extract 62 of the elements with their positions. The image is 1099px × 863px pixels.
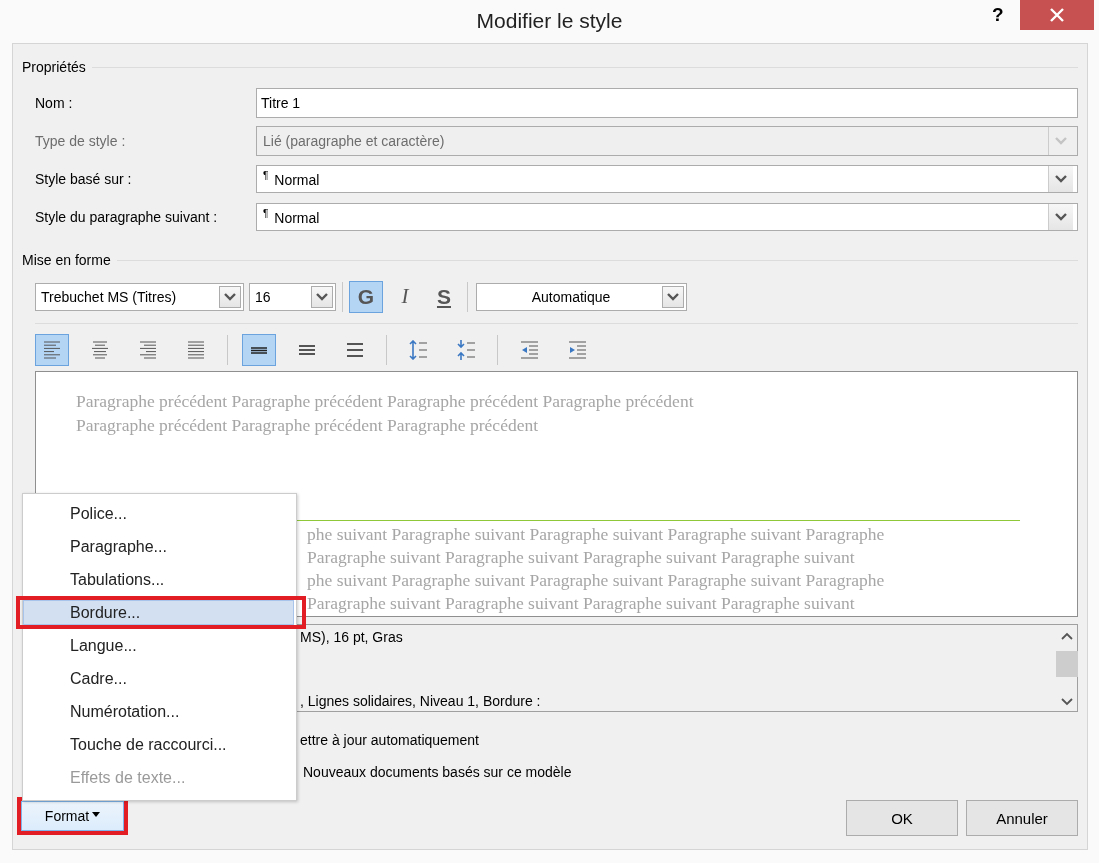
menu-item[interactable]: Touche de raccourci...	[23, 732, 294, 757]
preview-text: Paragraphe suivant Paragraphe suivant Paragraphe suivant Paragraphe suivant	[307, 546, 855, 569]
menu-item[interactable]: Tabulations...	[23, 567, 294, 592]
color-dropdown[interactable]: Automatique	[476, 282, 687, 311]
style-dropdown[interactable]: $^{¶}$ Normal	[256, 203, 1078, 231]
menu-item[interactable]: Bordure...	[23, 600, 294, 625]
italic-button[interactable]: I	[388, 280, 422, 313]
indent-decrease-icon	[519, 341, 539, 359]
size-dropdown[interactable]: 16	[249, 282, 336, 311]
preview-text: Paragraphe précédent Paragraphe précédent Paragraphe précédent	[76, 414, 539, 437]
checkbox-label[interactable]: ettre à jour automatiquement	[300, 732, 479, 748]
field-label: Style du paragraphe suivant :	[35, 209, 219, 225]
description-text: MS), 16 pt, Gras	[300, 629, 403, 645]
chevron-icon	[1048, 166, 1073, 192]
chevron-icon	[219, 285, 241, 308]
spacing-onehalf-icon	[298, 345, 316, 355]
chevron-icon	[1048, 204, 1073, 230]
name-field[interactable]: Titre 1	[256, 88, 1078, 118]
spacing-double-icon	[346, 343, 364, 357]
preview-text: Paragraphe suivant Paragraphe suivant Paragraphe suivant Paragraphe suivant	[307, 592, 855, 615]
dialog-button[interactable]: OK	[846, 800, 958, 836]
menu-item[interactable]: Paragraphe...	[23, 534, 294, 559]
window-title: Modifier le style	[476, 9, 623, 33]
chevron-icon	[662, 285, 684, 308]
field-label: Style basé sur :	[35, 171, 133, 187]
underline-button[interactable]: S	[427, 280, 461, 313]
align-center-icon	[91, 341, 109, 359]
menu-item[interactable]: Police...	[23, 501, 294, 526]
bold-button[interactable]: G	[349, 280, 383, 313]
close-button[interactable]	[1020, 0, 1094, 30]
justify-icon	[187, 341, 205, 359]
dialog-button[interactable]: Annuler	[966, 800, 1078, 836]
close-icon	[1048, 6, 1066, 24]
menu-item[interactable]: Langue...	[23, 633, 294, 658]
style-dropdown[interactable]: $^{¶}$ Normal	[256, 165, 1078, 193]
font-dropdown[interactable]: Trebuchet MS (Titres)	[35, 282, 244, 311]
align-right-icon	[139, 341, 157, 359]
group-heading: Mise en forme	[22, 252, 111, 268]
description-text: , Lignes solidaires, Niveau 1, Bordure :	[300, 693, 541, 709]
scroll-up-icon	[1061, 632, 1073, 640]
field-label: Type de style :	[35, 133, 127, 149]
spacing-single-button[interactable]	[242, 334, 276, 366]
field-label: Nom :	[35, 95, 74, 111]
group-heading: Propriétés	[22, 59, 86, 75]
align-left-icon	[43, 341, 61, 359]
spacing-single-icon	[250, 346, 268, 354]
radio-label[interactable]: Nouveaux documents basés sur ce modèle	[303, 764, 572, 780]
align-left-button[interactable]	[35, 334, 69, 366]
chevron-icon	[311, 285, 333, 308]
scroll-thumb[interactable]	[1056, 651, 1078, 677]
help-button[interactable]: ?	[988, 4, 1008, 26]
preview-text: Paragraphe précédent Paragraphe précédent Paragraphe précédent Paragraphe précédent	[76, 390, 694, 413]
scroll-down-icon	[1061, 698, 1073, 706]
format-button[interactable]: Format	[21, 801, 124, 831]
caret-icon	[92, 811, 101, 817]
menu-item[interactable]: Cadre...	[23, 666, 294, 691]
preview-text: phe suivant Paragraphe suivant Paragraphe suivant Paragraphe suivant Paragraphe	[307, 569, 885, 592]
indent-increase-icon	[567, 341, 587, 359]
space-increase-icon	[408, 340, 428, 360]
preview-text: phe suivant Paragraphe suivant Paragraphe suivant Paragraphe suivant Paragraphe	[307, 523, 885, 546]
space-decrease-icon	[456, 339, 476, 361]
menu-item[interactable]: Numérotation...	[23, 699, 294, 724]
